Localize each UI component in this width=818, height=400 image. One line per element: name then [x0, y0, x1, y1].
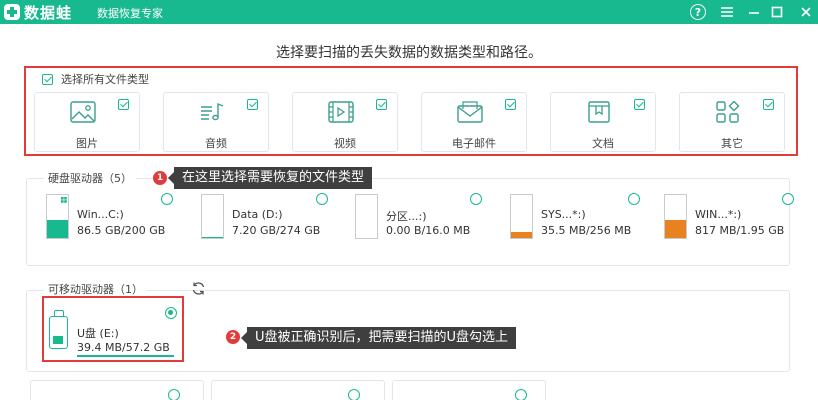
maximize-icon [771, 6, 783, 18]
type-card-video[interactable]: 视频 [292, 92, 398, 152]
drive-name: 分区...:) [386, 210, 427, 223]
type-label-image: 图片 [76, 137, 98, 150]
usb-drive-size: 39.4 MB/57.2 GB [77, 341, 170, 354]
usb-drive-icon [49, 310, 68, 349]
video-icon [327, 100, 355, 124]
drive-item[interactable]: 分区...:) 0.00 B/16.0 MB [355, 190, 505, 244]
type-label-document: 文档 [592, 137, 614, 150]
type-checkbox-document[interactable] [634, 99, 645, 110]
annotation-tooltip-2: U盘被正确识别后，把需要扫描的U盘勾选上 [247, 327, 517, 349]
drive-item[interactable]: Win...C:) 86.5 GB/200 GB [46, 190, 196, 244]
drive-radio[interactable] [348, 389, 360, 400]
type-label-video: 视频 [334, 137, 356, 150]
app-logo: 数据蛙 [4, 3, 73, 22]
help-icon: ? [690, 4, 706, 20]
file-types-box: 选择所有文件类型 图片 音频 视频 电子邮件 文档 其它 [24, 66, 798, 156]
drive-usage-fill [202, 236, 223, 238]
usb-drive-name: U盘 (E:) [77, 327, 119, 340]
close-button[interactable] [796, 2, 816, 22]
partition-drive-icon [355, 194, 378, 239]
audio-icon [198, 100, 226, 124]
type-card-document[interactable]: 文档 [550, 92, 656, 152]
usb-usage-bar [77, 355, 174, 357]
app-window: 数据蛙 数据恢复专家 ? 选择要扫描的丢失数据的数据类型和路径。 选择所有文件类… [0, 0, 818, 400]
drive-d-icon [201, 194, 224, 239]
type-card-image[interactable]: 图片 [34, 92, 140, 152]
drive-usage-fill [665, 220, 686, 238]
drive-usage-fill [47, 219, 68, 238]
drive-radio[interactable] [168, 389, 180, 400]
annotation-tooltip-1: 在这里选择需要恢复的文件类型 [174, 167, 373, 189]
type-label-audio: 音频 [205, 137, 227, 150]
scan-prompt: 选择要扫描的丢失数据的数据类型和路径。 [276, 45, 542, 61]
drive-size: 0.00 B/16.0 MB [386, 224, 471, 237]
usb-drive-item[interactable]: U盘 (E:) 39.4 MB/57.2 GB [42, 296, 184, 362]
refresh-button[interactable] [191, 281, 206, 296]
menu-button[interactable] [717, 2, 737, 22]
document-icon [585, 100, 613, 124]
logo-cross-icon [4, 4, 20, 20]
drive-radio[interactable] [515, 389, 527, 400]
minimize-button[interactable] [744, 2, 764, 22]
select-all-checkbox[interactable] [42, 73, 53, 85]
image-icon [69, 100, 97, 124]
type-card-audio[interactable]: 音频 [163, 92, 269, 152]
type-label-other: 其它 [721, 137, 743, 150]
annotation-number-1: 1 [153, 171, 167, 185]
type-checkbox-audio[interactable] [247, 99, 258, 110]
email-icon [456, 100, 484, 124]
drive-radio[interactable] [470, 193, 482, 205]
hamburger-icon [721, 7, 733, 17]
drive-size: 817 MB/1.95 GB [695, 224, 785, 237]
removable-drives-label: 可移动驱动器（1） [44, 281, 147, 297]
drive-radio[interactable] [161, 193, 173, 205]
drive-size: 35.5 MB/256 MB [541, 224, 632, 237]
windows-logo-icon [61, 197, 67, 203]
drive-name: WIN...*:) [695, 208, 742, 221]
close-icon [801, 7, 811, 17]
usb-drive-radio[interactable] [165, 307, 177, 319]
drive-name: Win...C:) [77, 208, 124, 221]
drive-name: SYS...*:) [541, 208, 586, 221]
maximize-button[interactable] [767, 2, 787, 22]
refresh-icon [192, 282, 205, 295]
hard-drives-label: 硬盘驱动器（5） [44, 170, 136, 186]
minimize-icon [749, 12, 759, 14]
drive-radio[interactable] [782, 193, 794, 205]
drive-name: Data (D:) [232, 208, 283, 221]
select-all-label: 选择所有文件类型 [61, 73, 149, 86]
type-checkbox-other[interactable] [763, 99, 774, 110]
type-label-email: 电子邮件 [452, 137, 496, 150]
annotation-number-2: 2 [226, 330, 240, 344]
type-card-email[interactable]: 电子邮件 [421, 92, 527, 152]
other-icon [714, 100, 742, 124]
type-checkbox-email[interactable] [505, 99, 516, 110]
app-subtitle: 数据恢复专家 [97, 7, 163, 20]
type-checkbox-video[interactable] [376, 99, 387, 110]
title-bar: 数据蛙 数据恢复专家 ? [0, 0, 818, 24]
drive-radio[interactable] [316, 193, 328, 205]
drive-c-icon [46, 194, 69, 239]
drive-size: 7.20 GB/274 GB [232, 224, 321, 237]
app-logo-text: 数据蛙 [24, 3, 73, 22]
drive-usage-fill [511, 231, 532, 238]
help-button[interactable]: ? [688, 2, 708, 22]
drive-size: 86.5 GB/200 GB [77, 224, 166, 237]
drive-item[interactable]: Data (D:) 7.20 GB/274 GB [201, 190, 351, 244]
select-all-types[interactable]: 选择所有文件类型 [42, 71, 149, 87]
drive-radio[interactable] [628, 193, 640, 205]
sys-drive-icon [510, 194, 533, 239]
type-card-other[interactable]: 其它 [679, 92, 785, 152]
type-checkbox-image[interactable] [118, 99, 129, 110]
win-drive-icon [664, 194, 687, 239]
